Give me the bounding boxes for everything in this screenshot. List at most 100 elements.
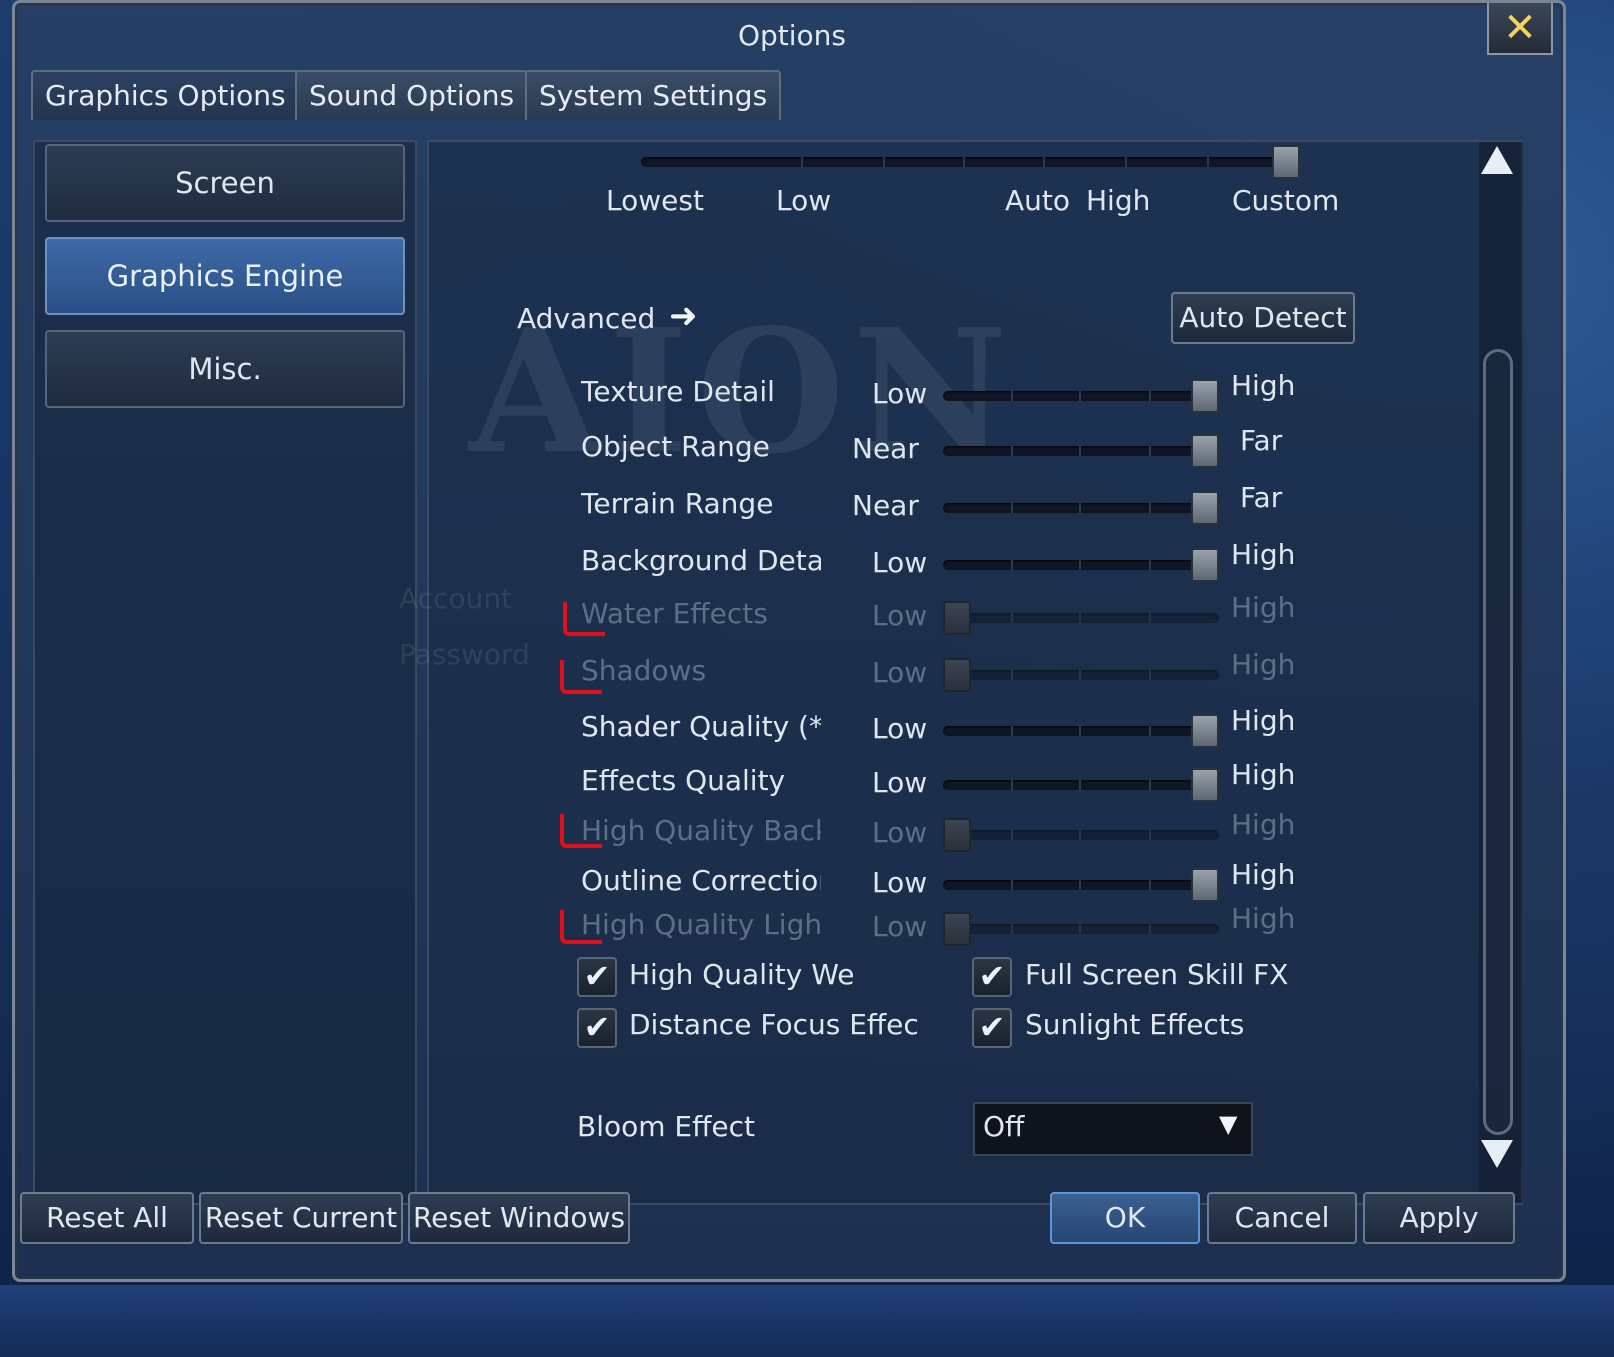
checkbox-label: Sunlight Effects <box>1025 1008 1245 1041</box>
preset-slider-track[interactable] <box>641 157 1297 167</box>
setting-slider-track[interactable] <box>943 880 1219 890</box>
setting-min-label: Near <box>852 432 919 465</box>
setting-label: Water Effects <box>581 597 768 630</box>
sidebar-item-misc[interactable]: Misc. <box>45 330 405 408</box>
red-annotation-mark <box>560 660 602 694</box>
setting-slider-track[interactable] <box>943 391 1219 401</box>
setting-slider-knob <box>943 658 971 692</box>
tab-sound-options[interactable]: Sound Options <box>295 70 529 120</box>
preset-label-high[interactable]: High <box>1086 184 1150 217</box>
settings-panel: AION Account Password Lowest Low Auto Hi… <box>399 140 1523 1205</box>
apply-button[interactable]: Apply <box>1363 1192 1515 1244</box>
setting-min-label: Low <box>872 866 928 899</box>
checkbox-full-screen-skill-fx[interactable]: ✔ <box>972 957 1012 997</box>
tab-system-settings[interactable]: System Settings <box>525 70 782 120</box>
scroll-down-icon[interactable] <box>1481 1140 1513 1168</box>
sidebar-item-screen[interactable]: Screen <box>45 144 405 222</box>
setting-slider-knob <box>943 912 971 946</box>
setting-min-label: Near <box>852 489 919 522</box>
bloom-effect-dropdown[interactable]: Off ▼ <box>973 1102 1253 1156</box>
options-window: Options ✕ Graphics Options Sound Options… <box>12 0 1566 1282</box>
reset-all-button[interactable]: Reset All <box>20 1192 194 1244</box>
setting-min-label: Low <box>872 712 928 745</box>
preset-label-lowest[interactable]: Lowest <box>606 184 704 217</box>
chevron-down-icon: ▼ <box>1219 1110 1238 1138</box>
setting-slider-track[interactable] <box>943 446 1219 456</box>
preset-label-custom[interactable]: Custom <box>1232 184 1339 217</box>
setting-max-label: High <box>1231 808 1296 841</box>
setting-slider-knob[interactable] <box>1191 491 1219 525</box>
scroll-up-icon[interactable] <box>1481 146 1513 174</box>
bloom-effect-value: Off <box>983 1110 1025 1143</box>
tab-graphics-options[interactable]: Graphics Options <box>31 70 300 120</box>
setting-label: Shadows <box>581 654 707 687</box>
setting-label: Object Range <box>581 430 770 463</box>
setting-max-label: High <box>1231 704 1296 737</box>
window-title: Options <box>737 19 847 52</box>
setting-slider-track <box>943 613 1219 623</box>
setting-slider-knob[interactable] <box>1191 768 1219 802</box>
preset-label-low[interactable]: Low <box>776 184 831 217</box>
preset-slider-knob[interactable] <box>1272 145 1300 179</box>
setting-slider-knob <box>943 818 971 852</box>
setting-slider-track[interactable] <box>943 503 1219 513</box>
scrollbar-thumb[interactable] <box>1483 349 1513 1135</box>
setting-min-label: Low <box>872 910 928 943</box>
checkbox-high-quality-we[interactable]: ✔ <box>577 957 617 997</box>
red-annotation-mark <box>563 602 605 636</box>
cancel-button[interactable]: Cancel <box>1207 1192 1357 1244</box>
ghost-password-label: Password <box>399 638 530 671</box>
setting-max-label: High <box>1231 858 1296 891</box>
setting-min-label: Low <box>872 377 928 410</box>
setting-max-label: High <box>1231 902 1296 935</box>
setting-max-label: Far <box>1240 424 1283 457</box>
setting-slider-track <box>943 830 1219 840</box>
ok-button[interactable]: OK <box>1050 1192 1200 1244</box>
setting-max-label: Far <box>1240 481 1283 514</box>
setting-label: Effects Quality <box>581 764 786 797</box>
setting-label: High Quality Ligh <box>581 908 821 941</box>
setting-label: Texture Detail <box>581 375 775 408</box>
setting-slider-knob <box>943 601 971 635</box>
setting-slider-knob[interactable] <box>1191 548 1219 582</box>
setting-slider-track[interactable] <box>943 726 1219 736</box>
setting-max-label: High <box>1231 591 1296 624</box>
setting-slider-knob[interactable] <box>1191 714 1219 748</box>
advanced-label: Advanced <box>517 302 656 335</box>
setting-slider-knob[interactable] <box>1191 379 1219 413</box>
setting-max-label: High <box>1231 648 1296 681</box>
preset-label-auto[interactable]: Auto <box>1005 184 1070 217</box>
setting-slider-track <box>943 670 1219 680</box>
background-scenery <box>0 1285 1614 1357</box>
setting-slider-track[interactable] <box>943 780 1219 790</box>
setting-label: Shader Quality (* <box>581 710 821 743</box>
setting-min-label: Low <box>872 599 928 632</box>
setting-slider-knob[interactable] <box>1191 434 1219 468</box>
setting-label: Terrain Range <box>581 487 774 520</box>
setting-label: High Quality Back <box>581 814 821 847</box>
checkbox-sunlight-effects[interactable]: ✔ <box>972 1008 1012 1048</box>
reset-windows-button[interactable]: Reset Windows <box>408 1192 630 1244</box>
bloom-effect-label: Bloom Effect <box>577 1110 756 1143</box>
setting-min-label: Low <box>872 816 928 849</box>
setting-slider-track[interactable] <box>943 560 1219 570</box>
auto-detect-button[interactable]: Auto Detect <box>1171 292 1355 344</box>
setting-max-label: High <box>1231 369 1296 402</box>
setting-min-label: Low <box>872 766 928 799</box>
setting-max-label: High <box>1231 538 1296 571</box>
setting-max-label: High <box>1231 758 1296 791</box>
reset-current-button[interactable]: Reset Current <box>199 1192 403 1244</box>
setting-slider-track <box>943 924 1219 934</box>
setting-label: Background Deta <box>581 544 821 577</box>
sidebar-item-graphics-engine[interactable]: Graphics Engine <box>45 237 405 315</box>
ghost-account-label: Account <box>399 582 513 615</box>
sidebar: Screen Graphics Engine Misc. <box>33 140 417 1205</box>
arrow-right-icon: ➜ <box>669 296 698 336</box>
red-annotation-mark <box>560 814 602 848</box>
setting-min-label: Low <box>872 656 928 689</box>
setting-slider-knob[interactable] <box>1191 868 1219 902</box>
close-button[interactable]: ✕ <box>1487 3 1553 55</box>
red-annotation-mark <box>560 910 602 944</box>
setting-label: Outline Correctior <box>581 864 821 897</box>
checkbox-distance-focus[interactable]: ✔ <box>577 1008 617 1048</box>
